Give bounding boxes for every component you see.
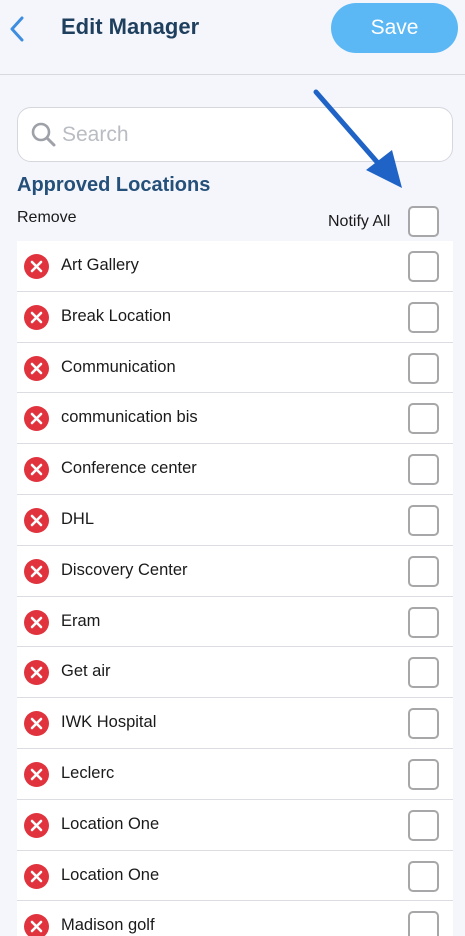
remove-icon[interactable] [24, 711, 49, 737]
notify-checkbox[interactable] [408, 809, 439, 841]
location-row: Get air [17, 647, 453, 699]
location-name: Eram [61, 611, 101, 630]
notify-all-label: Notify All [328, 213, 391, 230]
location-row: Break Location [17, 292, 453, 343]
location-row: Art Gallery [17, 241, 453, 292]
remove-icon[interactable] [24, 761, 49, 787]
notify-checkbox[interactable] [408, 251, 439, 282]
remove-icon[interactable] [24, 507, 49, 533]
notify-checkbox[interactable] [408, 454, 439, 486]
notify-all-checkbox[interactable] [408, 206, 439, 237]
location-row: communication bis [17, 393, 453, 445]
section-title: Approved Locations [17, 174, 211, 196]
notify-checkbox[interactable] [408, 860, 439, 892]
location-row: Conference center [17, 444, 453, 495]
location-name: Discovery Center [61, 560, 188, 579]
location-name: Break Location [61, 306, 172, 325]
remove-icon[interactable] [24, 254, 49, 279]
notify-checkbox[interactable] [408, 758, 439, 790]
remove-column-label: Remove [17, 209, 77, 226]
notify-checkbox[interactable] [408, 352, 439, 384]
remove-icon[interactable] [24, 863, 49, 889]
location-row: Location One [17, 800, 453, 851]
location-name: Communication [61, 357, 176, 376]
remove-icon[interactable] [24, 355, 49, 381]
location-name: communication bis [61, 408, 198, 427]
location-row: Leclerc [17, 749, 453, 800]
location-row: Communication [17, 343, 453, 394]
remove-icon[interactable] [24, 304, 49, 330]
notify-checkbox[interactable] [408, 606, 439, 638]
back-button[interactable] [4, 10, 30, 48]
remove-icon[interactable] [24, 406, 49, 432]
location-row: Discovery Center [17, 546, 453, 597]
location-name: Location One [61, 814, 160, 833]
location-row: IWK Hospital [17, 698, 453, 749]
notify-checkbox[interactable] [408, 301, 439, 333]
remove-icon[interactable] [24, 558, 49, 584]
remove-icon[interactable] [24, 812, 49, 838]
notify-checkbox[interactable] [408, 708, 439, 740]
notify-checkbox[interactable] [408, 555, 439, 587]
nav-bar: Edit Manager Save [0, 0, 465, 75]
location-row: Location One [17, 851, 453, 902]
notify-checkbox[interactable] [408, 911, 439, 936]
location-row: Eram [17, 597, 453, 648]
location-name: Conference center [61, 459, 197, 478]
location-name: Get air [61, 662, 111, 681]
location-name: Art Gallery [61, 256, 139, 274]
save-button[interactable]: Save [331, 3, 458, 53]
location-row: Madison golf [17, 901, 453, 936]
location-name: DHL [61, 509, 95, 528]
remove-icon[interactable] [24, 609, 49, 635]
remove-icon[interactable] [24, 914, 49, 936]
page-title: Edit Manager [61, 14, 200, 39]
location-list: Art Gallery Break Location Communication co… [17, 241, 453, 936]
location-row: DHL [17, 495, 453, 546]
remove-icon[interactable] [24, 660, 49, 686]
remove-icon[interactable] [24, 457, 49, 483]
location-name: IWK Hospital [61, 713, 157, 732]
arrow-annotation-icon [313, 89, 402, 188]
notify-checkbox[interactable] [408, 504, 439, 536]
notify-checkbox[interactable] [408, 657, 439, 689]
chevron-left-icon [10, 16, 24, 42]
location-name: Madison golf [61, 916, 155, 935]
search-icon [31, 122, 56, 147]
location-name: Location One [61, 865, 160, 884]
notify-checkbox[interactable] [408, 403, 439, 435]
location-name: Leclerc [61, 763, 115, 782]
